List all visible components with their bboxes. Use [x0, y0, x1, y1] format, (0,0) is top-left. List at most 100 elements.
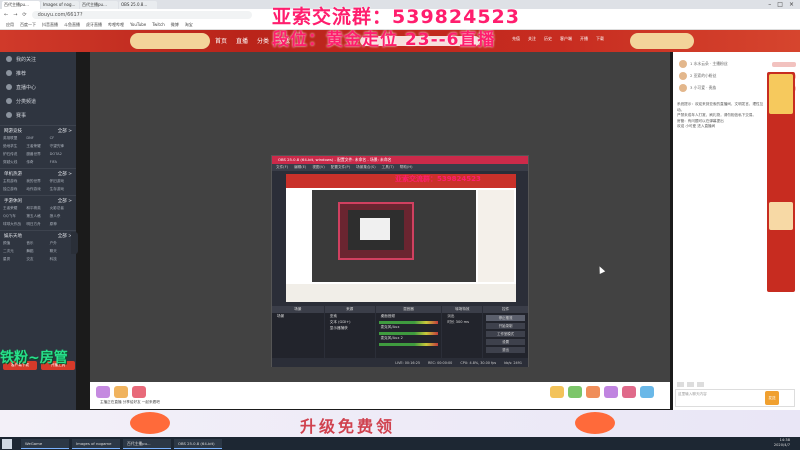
- category-link[interactable]: 生存游戏: [50, 187, 73, 192]
- bottom-promo-banner[interactable]: 升级免费领: [0, 410, 800, 437]
- nav-item[interactable]: 分类: [257, 36, 269, 45]
- browser-tab[interactable]: OBS 25.0.8...: [119, 0, 157, 9]
- category-link[interactable]: FIFA: [50, 160, 73, 165]
- category-link[interactable]: 户外: [50, 241, 73, 246]
- header-item[interactable]: 历史: [544, 36, 552, 42]
- fan-badge-icon[interactable]: [697, 382, 704, 387]
- bookmark-item[interactable]: Twitch: [152, 22, 164, 27]
- gift-icon[interactable]: [622, 386, 636, 398]
- category-link[interactable]: 独立游戏: [3, 187, 26, 192]
- browser-tab[interactable]: 百代主播pu...: [80, 0, 118, 9]
- category-link[interactable]: DOTA2: [50, 152, 73, 157]
- bookmark-item[interactable]: 抖音直播: [42, 22, 58, 28]
- header-item[interactable]: 关注: [528, 36, 536, 42]
- scene-item[interactable]: 场景: [272, 313, 324, 319]
- category-link[interactable]: 音乐: [26, 241, 49, 246]
- start-menu-icon[interactable]: [2, 438, 12, 449]
- browser-tab[interactable]: 百代主播pu...: [2, 0, 40, 9]
- emoji-icon[interactable]: [677, 382, 684, 387]
- category-link[interactable]: 英雄联盟: [3, 136, 26, 141]
- gift-icon[interactable]: [687, 382, 694, 387]
- close-icon[interactable]: ×: [789, 1, 794, 8]
- site-logo[interactable]: [130, 33, 210, 49]
- obs-menu-item[interactable]: 配置文件(P): [331, 164, 350, 171]
- back-icon[interactable]: ←: [4, 12, 8, 18]
- taskbar-item[interactable]: 百代主播pu...: [123, 438, 171, 449]
- taskbar-item[interactable]: Images of nogame: [72, 438, 120, 449]
- sidebar-item-recommend[interactable]: 推荐: [0, 66, 76, 80]
- bookmark-item[interactable]: 应用: [6, 22, 14, 28]
- more-link[interactable]: 全部 >: [58, 233, 72, 239]
- category-link[interactable]: 星秀: [3, 257, 26, 262]
- studio-mode-button[interactable]: 工作室模式: [486, 331, 525, 337]
- category-link[interactable]: CF: [50, 136, 73, 141]
- sidebar-item-categories[interactable]: 分类频道: [0, 94, 76, 108]
- category-link[interactable]: 明日方舟: [26, 222, 49, 227]
- promo-ad-column[interactable]: [767, 72, 795, 292]
- source-item[interactable]: 显示器捕获: [325, 325, 375, 331]
- url-field[interactable]: douyu.com/6617?: [31, 10, 252, 19]
- category-link[interactable]: 火影忍者: [50, 206, 73, 211]
- category-link[interactable]: 第五人格: [26, 214, 49, 219]
- transition-duration[interactable]: 时长 300 ms: [442, 319, 482, 325]
- volume-meter[interactable]: [378, 343, 439, 346]
- gift-icon[interactable]: [132, 386, 146, 398]
- gift-icon[interactable]: [640, 386, 654, 398]
- more-link[interactable]: 全部 >: [58, 128, 72, 134]
- category-link[interactable]: 球球大作战: [3, 222, 26, 227]
- more-link[interactable]: 全部 >: [58, 198, 72, 204]
- settings-button[interactable]: 设置: [486, 339, 525, 345]
- bookmark-item[interactable]: 百度一下: [20, 22, 36, 28]
- bookmark-item[interactable]: 微博: [171, 22, 179, 28]
- gift-icon[interactable]: [96, 386, 110, 398]
- obs-menu-item[interactable]: 文件(F): [276, 164, 288, 171]
- category-link[interactable]: 王者荣耀: [26, 144, 49, 149]
- gift-icon[interactable]: [604, 386, 618, 398]
- category-link[interactable]: 守望先锋: [50, 144, 73, 149]
- category-link[interactable]: QQ飞车: [3, 214, 26, 219]
- category-link[interactable]: 王者荣耀: [3, 206, 26, 211]
- obs-menu-item[interactable]: 帮助(H): [400, 164, 413, 171]
- gift-icon[interactable]: [586, 386, 600, 398]
- header-item[interactable]: 充值: [512, 36, 520, 42]
- bookmark-item[interactable]: YouTube: [130, 22, 146, 27]
- exit-button[interactable]: 退出: [486, 347, 525, 353]
- bookmark-item[interactable]: 淘宝: [185, 22, 193, 28]
- category-link[interactable]: 怀旧游戏: [50, 179, 73, 184]
- category-link[interactable]: 我的世界: [26, 179, 49, 184]
- category-link[interactable]: 绝地求生: [3, 144, 26, 149]
- nav-item[interactable]: 首页: [215, 36, 227, 45]
- bookmark-item[interactable]: 哔哩哔哩: [108, 22, 124, 28]
- obs-menu-item[interactable]: 视图(V): [312, 164, 324, 171]
- more-link[interactable]: 全部 >: [58, 171, 72, 177]
- category-link[interactable]: 动作游戏: [26, 187, 49, 192]
- category-link[interactable]: 主机游戏: [3, 179, 26, 184]
- maximize-icon[interactable]: □: [777, 1, 783, 8]
- rank-row[interactable]: 1 水水云朵 · 主播粉丝: [673, 58, 800, 70]
- nav-item[interactable]: 直播: [236, 36, 248, 45]
- category-link[interactable]: 科技: [50, 257, 73, 262]
- category-link[interactable]: 和平精英: [26, 206, 49, 211]
- reload-icon[interactable]: ⟳: [22, 12, 26, 18]
- category-link[interactable]: 聊天: [50, 249, 73, 254]
- category-link[interactable]: 传奇: [26, 160, 49, 165]
- bookmark-item[interactable]: 虎牙直播: [86, 22, 102, 28]
- category-link[interactable]: 交友: [26, 257, 49, 262]
- sidebar-item-follow[interactable]: 我的关注: [0, 52, 76, 66]
- header-item[interactable]: 开播: [580, 36, 588, 42]
- sidebar-item-live-center[interactable]: 直播中心: [0, 80, 76, 94]
- send-button[interactable]: 发送: [765, 391, 779, 405]
- stop-streaming-button[interactable]: 停止推流: [486, 315, 525, 321]
- category-link[interactable]: 原神: [50, 222, 73, 227]
- sidebar-collapse-handle[interactable]: [71, 232, 78, 254]
- taskbar-item[interactable]: WeGame: [21, 438, 69, 449]
- category-link[interactable]: 颜值: [3, 241, 26, 246]
- sidebar-item-events[interactable]: 赛事: [0, 108, 76, 122]
- gift-icon[interactable]: [550, 386, 564, 398]
- category-link[interactable]: DNF: [26, 136, 49, 141]
- gift-icon[interactable]: [114, 386, 128, 398]
- browser-tab[interactable]: Images of nog...: [41, 0, 79, 9]
- bookmark-item[interactable]: 斗鱼直播: [64, 22, 80, 28]
- start-recording-button[interactable]: 开始录制: [486, 323, 525, 329]
- taskbar-item[interactable]: OBS 25.0.8 (64-bit): [174, 438, 222, 449]
